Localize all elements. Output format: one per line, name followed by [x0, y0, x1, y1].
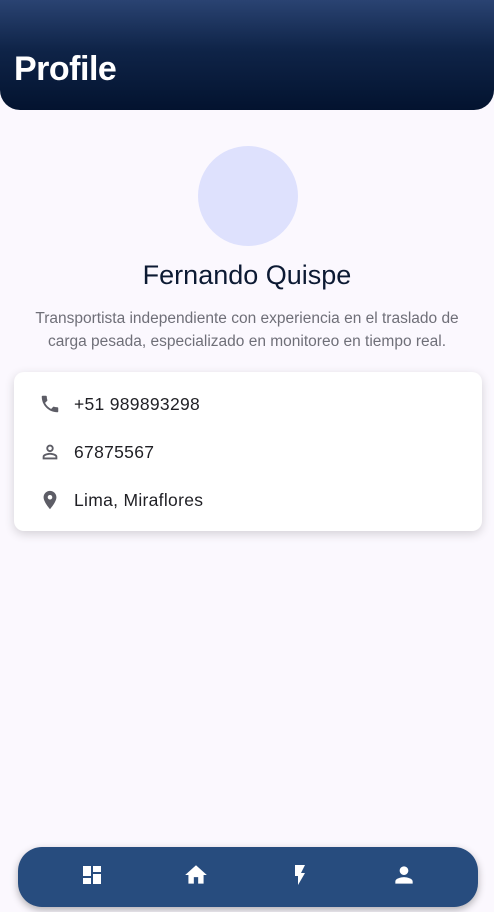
location-pin-icon: [39, 489, 61, 511]
bolt-icon: [288, 863, 312, 892]
person-icon: [39, 441, 61, 463]
app-header: Profile: [0, 0, 494, 110]
document-number: 67875567: [74, 441, 155, 462]
contact-row-location[interactable]: Lima, Miraflores: [14, 485, 482, 515]
location-text: Lima, Miraflores: [74, 489, 204, 510]
avatar[interactable]: [198, 146, 298, 246]
phone-number: +51 989893298: [74, 393, 201, 414]
contact-info-card: +51 989893298 67875567 Lima, Miraflores: [14, 372, 482, 531]
nav-dashboard-button[interactable]: [79, 864, 105, 890]
bottom-navigation-bar: [18, 847, 478, 907]
home-icon: [183, 862, 209, 893]
nav-home-button[interactable]: [183, 864, 209, 890]
profile-icon: [391, 862, 417, 893]
nav-profile-button[interactable]: [391, 864, 417, 890]
nav-bolt-button[interactable]: [287, 864, 313, 890]
phone-icon: [39, 393, 61, 415]
page-title: Profile: [14, 50, 117, 88]
contact-row-phone[interactable]: +51 989893298: [14, 389, 482, 419]
contact-row-id[interactable]: 67875567: [14, 437, 482, 467]
profile-name: Fernando Quispe: [142, 260, 352, 290]
dashboard-icon: [80, 863, 104, 892]
profile-screen: Profile Fernando Quispe Transportista in…: [0, 0, 494, 912]
profile-bio: Transportista independiente con experien…: [35, 310, 459, 350]
